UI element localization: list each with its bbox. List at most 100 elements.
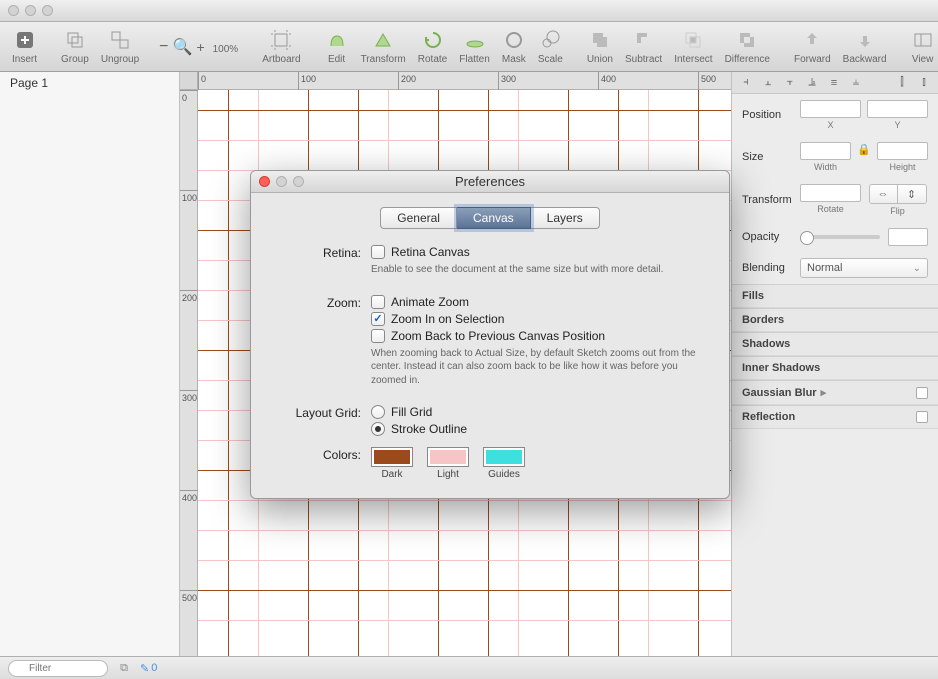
edit-icon bbox=[325, 28, 349, 52]
blur-toggle[interactable] bbox=[916, 387, 928, 399]
stroke-outline-radio[interactable] bbox=[371, 422, 385, 436]
artboard-icon bbox=[269, 28, 293, 52]
shadows-section[interactable]: Shadows bbox=[732, 332, 938, 356]
rotate-input[interactable] bbox=[800, 184, 861, 202]
dark-color-label: Dark bbox=[381, 469, 402, 480]
difference-icon bbox=[735, 28, 759, 52]
flatten-button[interactable]: Flatten bbox=[455, 28, 494, 65]
forward-button[interactable]: Forward bbox=[790, 28, 835, 65]
selection-count: ✎0 bbox=[140, 662, 157, 675]
union-icon bbox=[588, 28, 612, 52]
intersect-button[interactable]: Intersect bbox=[670, 28, 716, 65]
group-button[interactable]: Group bbox=[57, 28, 93, 65]
tab-canvas[interactable]: Canvas bbox=[457, 207, 531, 229]
height-input[interactable] bbox=[877, 142, 928, 160]
zoom-in-selection-checkbox[interactable] bbox=[371, 312, 385, 326]
ungroup-icon bbox=[108, 28, 132, 52]
artboard-button[interactable]: Artboard bbox=[258, 28, 304, 65]
fill-grid-label: Fill Grid bbox=[391, 405, 432, 419]
flip-horizontal-button[interactable]: ⇔ bbox=[870, 185, 898, 203]
distribute-h-icon[interactable]: ⫿ bbox=[894, 75, 910, 91]
transform-label: Transform bbox=[742, 194, 792, 206]
guides-color-swatch[interactable] bbox=[483, 447, 525, 467]
position-y-input[interactable] bbox=[867, 100, 928, 118]
rotate-button[interactable]: Rotate bbox=[414, 28, 451, 65]
preferences-dialog: Preferences General Canvas Layers Retina… bbox=[250, 170, 730, 499]
insert-button[interactable]: Insert bbox=[8, 28, 41, 65]
inner-shadows-section[interactable]: Inner Shadows bbox=[732, 356, 938, 380]
zoom-in-button[interactable]: + bbox=[196, 39, 204, 55]
width-input[interactable] bbox=[800, 142, 851, 160]
ruler-corner bbox=[180, 72, 198, 90]
mask-button[interactable]: Mask bbox=[498, 28, 530, 65]
reflection-section[interactable]: Reflection bbox=[732, 405, 938, 429]
zoom-back-checkbox[interactable] bbox=[371, 329, 385, 343]
zoom-back-label: Zoom Back to Previous Canvas Position bbox=[391, 329, 605, 343]
dark-color-swatch[interactable] bbox=[371, 447, 413, 467]
union-button[interactable]: Union bbox=[583, 28, 617, 65]
position-label: Position bbox=[742, 109, 792, 121]
animate-zoom-checkbox[interactable] bbox=[371, 295, 385, 309]
layout-grid-label: Layout Grid: bbox=[271, 405, 371, 439]
pages-icon[interactable]: ⧉ bbox=[116, 660, 132, 676]
transform-icon bbox=[371, 28, 395, 52]
align-top-icon[interactable]: ⫡ bbox=[804, 75, 820, 91]
traffic-close[interactable] bbox=[8, 5, 19, 16]
reflection-toggle[interactable] bbox=[916, 411, 928, 423]
gaussian-blur-section[interactable]: Gaussian Blur▸ bbox=[732, 380, 938, 405]
position-x-input[interactable] bbox=[800, 100, 861, 118]
retina-canvas-label: Retina Canvas bbox=[391, 245, 470, 259]
flatten-icon bbox=[463, 28, 487, 52]
lock-icon[interactable]: 🔒 bbox=[857, 142, 871, 156]
borders-section[interactable]: Borders bbox=[732, 308, 938, 332]
light-color-swatch[interactable] bbox=[427, 447, 469, 467]
zoom-label: Zoom: bbox=[271, 295, 371, 398]
light-color-label: Light bbox=[437, 469, 459, 480]
distribute-v-icon[interactable]: ⫾ bbox=[916, 75, 932, 91]
align-bottom-icon[interactable]: ⫨ bbox=[848, 75, 864, 91]
window-titlebar: Untitled 3 — Edited bbox=[0, 0, 938, 22]
align-right-icon[interactable]: ⫟ bbox=[782, 75, 798, 91]
ruler-horizontal: 0 100 200 300 400 500 bbox=[198, 72, 731, 90]
inspector-panel: ⫞ ⫠ ⫟ ⫡ ≡ ⫨ ⫿ ⫾ Position X Y Size Width … bbox=[731, 72, 938, 656]
align-hcenter-icon[interactable]: ⫠ bbox=[760, 75, 776, 91]
page-item[interactable]: Page 1 bbox=[0, 72, 179, 94]
difference-button[interactable]: Difference bbox=[721, 28, 774, 65]
ruler-vertical: 0 100 200 300 400 500 bbox=[180, 90, 198, 656]
toolbar: Insert Group Ungroup − 🔍 + 100% Artboard… bbox=[0, 22, 938, 72]
flip-vertical-button[interactable]: ⇕ bbox=[898, 185, 926, 203]
zoom-out-button[interactable]: − bbox=[159, 38, 168, 56]
view-icon bbox=[911, 28, 935, 52]
opacity-slider[interactable] bbox=[800, 235, 880, 239]
scale-button[interactable]: Scale bbox=[534, 28, 567, 65]
retina-description: Enable to see the document at the same s… bbox=[371, 263, 701, 277]
colors-label: Colors: bbox=[271, 447, 371, 480]
subtract-button[interactable]: Subtract bbox=[621, 28, 666, 65]
align-bar: ⫞ ⫠ ⫟ ⫡ ≡ ⫨ ⫿ ⫾ bbox=[732, 72, 938, 94]
backward-button[interactable]: Backward bbox=[839, 28, 891, 65]
transform-button[interactable]: Transform bbox=[357, 28, 410, 65]
opacity-input[interactable] bbox=[888, 228, 928, 246]
fill-grid-radio[interactable] bbox=[371, 405, 385, 419]
blend-mode-dropdown[interactable]: Normal bbox=[800, 258, 928, 278]
scale-icon bbox=[538, 28, 562, 52]
fills-section[interactable]: Fills bbox=[732, 284, 938, 308]
ungroup-button[interactable]: Ungroup bbox=[97, 28, 143, 65]
edit-button[interactable]: Edit bbox=[321, 28, 353, 65]
rotate-icon bbox=[421, 28, 445, 52]
dialog-title: Preferences bbox=[251, 174, 729, 189]
align-vcenter-icon[interactable]: ≡ bbox=[826, 75, 842, 91]
align-left-icon[interactable]: ⫞ bbox=[738, 75, 754, 91]
layers-panel: Page 1 bbox=[0, 72, 180, 656]
mask-icon bbox=[502, 28, 526, 52]
traffic-minimize[interactable] bbox=[25, 5, 36, 16]
filter-input[interactable] bbox=[8, 660, 108, 677]
view-button[interactable]: View bbox=[907, 28, 938, 65]
tab-layers[interactable]: Layers bbox=[531, 207, 600, 229]
zoom-description: When zooming back to Actual Size, by def… bbox=[371, 347, 701, 388]
tab-general[interactable]: General bbox=[380, 207, 457, 229]
zoom-percent[interactable]: 100% bbox=[213, 44, 239, 55]
retina-canvas-checkbox[interactable] bbox=[371, 245, 385, 259]
footer-bar: ⧉ ✎0 bbox=[0, 656, 938, 679]
traffic-zoom[interactable] bbox=[42, 5, 53, 16]
